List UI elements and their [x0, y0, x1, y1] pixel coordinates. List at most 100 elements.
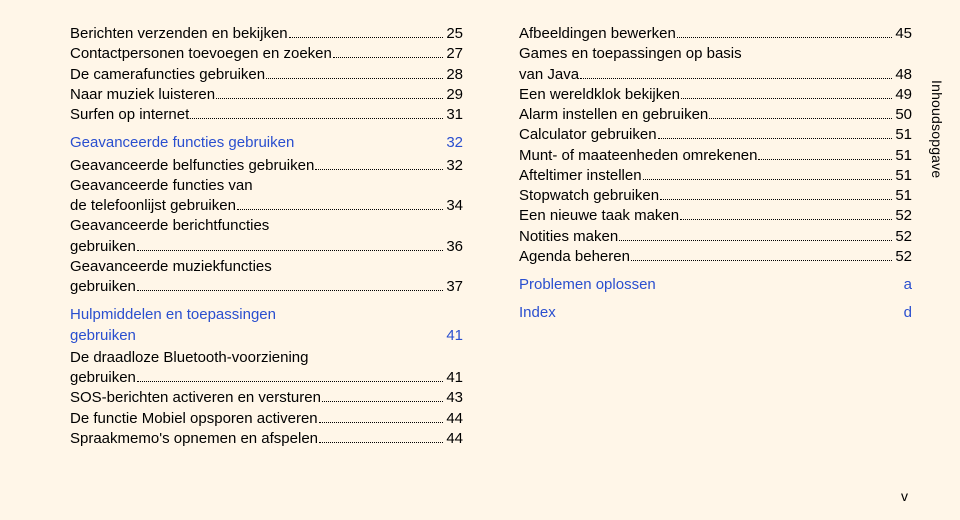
toc-leader-dots [137, 250, 443, 251]
toc-leader-dots [631, 260, 892, 261]
toc-entry-label: de telefoonlijst gebruiken [70, 196, 236, 216]
toc-entry-page: 41 [444, 368, 463, 388]
toc-entry-label: gebruiken [70, 237, 136, 257]
toc-entry: De functie Mobiel opsporen activeren 44 [70, 409, 463, 429]
toc-section-heading: gebruiken41 [70, 326, 463, 346]
toc-section-page: d [902, 303, 912, 323]
toc-entry-page: 28 [444, 65, 463, 85]
toc-entry: gebruiken 36 [70, 237, 463, 257]
toc-left-column: Berichten verzenden en bekijken 25 Contact… [70, 24, 463, 449]
toc-entry: Alarm instellen en gebruiken 50 [519, 105, 912, 125]
toc-entry-page: 51 [893, 166, 912, 186]
toc-entry: Munt- of maateenheden omrekenen 51 [519, 146, 912, 166]
toc-right-column: Afbeeldingen bewerken45Games en toepassi… [519, 24, 912, 449]
toc-entry-label: Calculator gebruiken [519, 125, 657, 145]
toc-entry: Stopwatch gebruiken 51 [519, 186, 912, 206]
toc-entry-page: 32 [444, 156, 463, 176]
toc-section-page: 32 [444, 133, 463, 153]
toc-entry-page: 45 [893, 24, 912, 44]
toc-entry: De camerafuncties gebruiken 28 [70, 65, 463, 85]
toc-entry-label: van Java [519, 65, 579, 85]
toc-entry-label: Een wereldklok bekijken [519, 85, 680, 105]
toc-entry-page: 49 [893, 85, 912, 105]
toc-entry: Geavanceerde belfuncties gebruiken 32 [70, 156, 463, 176]
toc-leader-dots [289, 37, 444, 38]
toc-entry-label: Spraakmemo's opnemen en afspelen [70, 429, 318, 449]
toc-entry-label: Games en toepassingen op basis [519, 44, 912, 64]
toc-leader-dots [216, 98, 443, 99]
toc-entry: Surfen op internet 31 [70, 105, 463, 125]
side-tab-label: Inhoudsopgave [927, 80, 946, 178]
toc-entry: gebruiken 41 [70, 368, 463, 388]
page-number: v [901, 487, 908, 506]
toc-entry: gebruiken 37 [70, 277, 463, 297]
toc-entry: Afteltimer instellen 51 [519, 166, 912, 186]
toc-entry-label: De functie Mobiel opsporen activeren [70, 409, 318, 429]
toc-entry-page: 52 [893, 247, 912, 267]
toc-entry-page: 50 [893, 105, 912, 125]
toc-entry-label: Berichten verzenden en bekijken [70, 24, 288, 44]
toc-entry-page: 48 [893, 65, 912, 85]
toc-entry-page: 52 [893, 206, 912, 226]
toc-entry: van Java 48 [519, 65, 912, 85]
toc-entry-page: 25 [444, 24, 463, 44]
toc-leader-dots [190, 118, 443, 119]
toc-page: Berichten verzenden en bekijken 25 Contact… [0, 0, 960, 449]
toc-entry-label: Afteltimer instellen [519, 166, 642, 186]
toc-leader-dots [660, 199, 892, 200]
toc-leader-dots [580, 78, 892, 79]
toc-entry-label: Agenda beheren [519, 247, 630, 267]
toc-entry-page: 29 [444, 85, 463, 105]
toc-leader-dots [658, 138, 893, 139]
toc-entry-label: Naar muziek luisteren [70, 85, 215, 105]
toc-entry: Berichten verzenden en bekijken 25 [70, 24, 463, 44]
toc-entry-label: Munt- of maateenheden omrekenen [519, 146, 757, 166]
toc-entry-page: 43 [444, 388, 463, 408]
toc-leader-dots [681, 98, 892, 99]
toc-entry-page: 36 [444, 237, 463, 257]
toc-entry-label: Alarm instellen en gebruiken [519, 105, 708, 125]
toc-entry-label: gebruiken [70, 277, 136, 297]
toc-entry-label: gebruiken [70, 368, 136, 388]
toc-entry-page: 31 [444, 105, 463, 125]
toc-entry-page: 34 [444, 196, 463, 216]
toc-section-heading: Geavanceerde functies gebruiken32 [70, 133, 463, 153]
toc-entry-page: 51 [893, 146, 912, 166]
toc-leader-dots [758, 159, 892, 160]
toc-leader-dots [322, 401, 443, 402]
toc-section-heading: Problemen oplossena [519, 275, 912, 295]
toc-entry: Agenda beheren 52 [519, 247, 912, 267]
toc-entry-label: Contactpersonen toevoegen en zoeken [70, 44, 332, 64]
toc-section-label: Problemen oplossen [519, 275, 902, 295]
toc-entry: Afbeeldingen bewerken45 [519, 24, 912, 44]
toc-entry: Notities maken52 [519, 227, 912, 247]
toc-section-label: Index [519, 303, 902, 323]
toc-section-heading: Hulpmiddelen en toepassingen [70, 305, 463, 325]
toc-entry-label: SOS-berichten activeren en versturen [70, 388, 321, 408]
toc-section-heading: Indexd [519, 303, 912, 323]
toc-entry-label: Stopwatch gebruiken [519, 186, 659, 206]
toc-entry-label: Geavanceerde functies van [70, 176, 463, 196]
toc-leader-dots [677, 37, 893, 38]
toc-entry: Een nieuwe taak maken 52 [519, 206, 912, 226]
toc-leader-dots [315, 169, 443, 170]
toc-leader-dots [680, 219, 892, 220]
toc-entry-page: 51 [893, 186, 912, 206]
toc-entry-page: 44 [444, 429, 463, 449]
toc-leader-dots [333, 57, 443, 58]
toc-section-label: gebruiken [70, 326, 444, 346]
toc-entry-label: De camerafuncties gebruiken [70, 65, 265, 85]
toc-entry-label: Een nieuwe taak maken [519, 206, 679, 226]
toc-entry-label: Geavanceerde belfuncties gebruiken [70, 156, 314, 176]
toc-entry: SOS-berichten activeren en versturen 43 [70, 388, 463, 408]
toc-leader-dots [319, 422, 444, 423]
toc-leader-dots [137, 290, 443, 291]
toc-entry-page: 44 [444, 409, 463, 429]
toc-leader-dots [619, 240, 892, 241]
toc-entry-page: 37 [444, 277, 463, 297]
toc-entry-label: Surfen op internet [70, 105, 189, 125]
toc-section-label: Hulpmiddelen en toepassingen [70, 305, 463, 325]
toc-section-page: 41 [444, 326, 463, 346]
toc-entry-page: 52 [893, 227, 912, 247]
toc-entry: Calculator gebruiken51 [519, 125, 912, 145]
